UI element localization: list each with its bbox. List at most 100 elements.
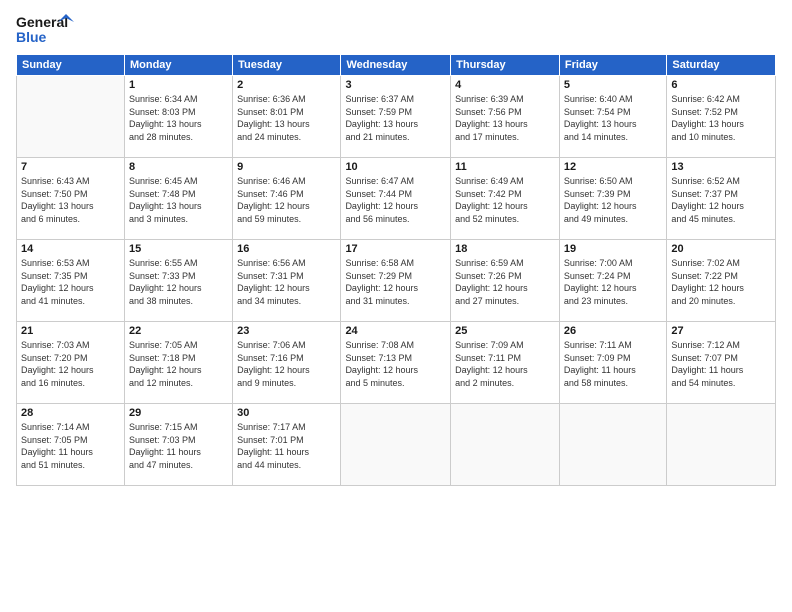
day-info: Sunrise: 6:46 AMSunset: 7:46 PMDaylight:… — [237, 175, 336, 225]
day-number: 4 — [455, 79, 555, 91]
day-number: 24 — [345, 325, 446, 337]
day-number: 1 — [129, 79, 228, 91]
day-number: 9 — [237, 161, 336, 173]
day-info: Sunrise: 6:58 AMSunset: 7:29 PMDaylight:… — [345, 257, 446, 307]
day-info: Sunrise: 6:59 AMSunset: 7:26 PMDaylight:… — [455, 257, 555, 307]
day-number: 29 — [129, 407, 228, 419]
day-info: Sunrise: 6:40 AMSunset: 7:54 PMDaylight:… — [564, 93, 662, 143]
page: GeneralBlue SundayMondayTuesdayWednesday… — [0, 0, 792, 612]
day-info: Sunrise: 7:03 AMSunset: 7:20 PMDaylight:… — [21, 339, 120, 389]
calendar-cell: 20Sunrise: 7:02 AMSunset: 7:22 PMDayligh… — [667, 240, 776, 322]
calendar-cell: 21 Sunrise: 7:03 AMSunset: 7:20 PMDayligh… — [17, 322, 125, 404]
day-info: Sunrise: 6:50 AMSunset: 7:39 PMDaylight:… — [564, 175, 662, 225]
day-info: Sunrise: 6:45 AMSunset: 7:48 PMDaylight:… — [129, 175, 228, 225]
day-number: 6 — [671, 79, 771, 91]
day-number: 20 — [671, 243, 771, 255]
calendar-cell: 28 Sunrise: 7:14 AMSunset: 7:05 PMDayligh… — [17, 404, 125, 486]
calendar-cell: 25 Sunrise: 7:09 AMSunset: 7:11 PMDayligh… — [451, 322, 560, 404]
day-number: 22 — [129, 325, 228, 337]
calendar-cell — [17, 76, 125, 158]
day-info: Sunrise: 6:39 AMSunset: 7:56 PMDaylight:… — [455, 93, 555, 143]
day-number: 10 — [345, 161, 446, 173]
logo-svg: GeneralBlue — [16, 12, 76, 48]
day-number: 23 — [237, 325, 336, 337]
calendar-table: SundayMondayTuesdayWednesdayThursdayFrid… — [16, 54, 776, 486]
day-number: 5 — [564, 79, 662, 91]
weekday-header-sunday: Sunday — [17, 55, 125, 76]
day-number: 12 — [564, 161, 662, 173]
week-row-1: 1 Sunrise: 6:34 AMSunset: 8:03 PMDaylight… — [17, 76, 776, 158]
calendar-cell: 24Sunrise: 7:08 AMSunset: 7:13 PMDayligh… — [341, 322, 451, 404]
calendar-cell: 8 Sunrise: 6:45 AMSunset: 7:48 PMDaylight… — [124, 158, 232, 240]
weekday-header-saturday: Saturday — [667, 55, 776, 76]
calendar-cell: 16 Sunrise: 6:56 AMSunset: 7:31 PMDayligh… — [233, 240, 341, 322]
day-info: Sunrise: 6:55 AMSunset: 7:33 PMDaylight:… — [129, 257, 228, 307]
day-info: Sunrise: 6:42 AMSunset: 7:52 PMDaylight:… — [671, 93, 771, 143]
calendar-cell: 12 Sunrise: 6:50 AMSunset: 7:39 PMDayligh… — [559, 158, 666, 240]
logo: GeneralBlue — [16, 12, 76, 48]
calendar-cell: 13 Sunrise: 6:52 AMSunset: 7:37 PMDayligh… — [667, 158, 776, 240]
day-number: 17 — [345, 243, 446, 255]
calendar-cell: 4 Sunrise: 6:39 AMSunset: 7:56 PMDaylight… — [451, 76, 560, 158]
weekday-header-thursday: Thursday — [451, 55, 560, 76]
calendar-cell: 5 Sunrise: 6:40 AMSunset: 7:54 PMDaylight… — [559, 76, 666, 158]
calendar-cell: 19 Sunrise: 7:00 AMSunset: 7:24 PMDayligh… — [559, 240, 666, 322]
calendar-cell — [559, 404, 666, 486]
day-number: 19 — [564, 243, 662, 255]
day-info: Sunrise: 6:52 AMSunset: 7:37 PMDaylight:… — [671, 175, 771, 225]
day-info: Sunrise: 6:43 AMSunset: 7:50 PMDaylight:… — [21, 175, 120, 225]
calendar-cell: 17 Sunrise: 6:58 AMSunset: 7:29 PMDayligh… — [341, 240, 451, 322]
day-number: 13 — [671, 161, 771, 173]
day-number: 11 — [455, 161, 555, 173]
week-row-3: 14Sunrise: 6:53 AMSunset: 7:35 PMDayligh… — [17, 240, 776, 322]
day-number: 3 — [345, 79, 446, 91]
day-info: Sunrise: 6:47 AMSunset: 7:44 PMDaylight:… — [345, 175, 446, 225]
week-row-2: 7 Sunrise: 6:43 AMSunset: 7:50 PMDaylight… — [17, 158, 776, 240]
day-info: Sunrise: 6:36 AMSunset: 8:01 PMDaylight:… — [237, 93, 336, 143]
day-info: Sunrise: 6:49 AMSunset: 7:42 PMDaylight:… — [455, 175, 555, 225]
day-info: Sunrise: 7:11 AMSunset: 7:09 PMDaylight:… — [564, 339, 662, 389]
weekday-header-friday: Friday — [559, 55, 666, 76]
week-row-4: 21 Sunrise: 7:03 AMSunset: 7:20 PMDayligh… — [17, 322, 776, 404]
day-number: 25 — [455, 325, 555, 337]
calendar-cell — [451, 404, 560, 486]
calendar-cell: 29 Sunrise: 7:15 AMSunset: 7:03 PMDayligh… — [124, 404, 232, 486]
day-info: Sunrise: 7:00 AMSunset: 7:24 PMDaylight:… — [564, 257, 662, 307]
day-number: 30 — [237, 407, 336, 419]
day-number: 16 — [237, 243, 336, 255]
calendar-cell: 10 Sunrise: 6:47 AMSunset: 7:44 PMDayligh… — [341, 158, 451, 240]
weekday-header-row: SundayMondayTuesdayWednesdayThursdayFrid… — [17, 55, 776, 76]
calendar-cell: 26 Sunrise: 7:11 AMSunset: 7:09 PMDayligh… — [559, 322, 666, 404]
day-number: 26 — [564, 325, 662, 337]
day-info: Sunrise: 7:17 AMSunset: 7:01 PMDaylight:… — [237, 421, 336, 471]
day-info: Sunrise: 7:14 AMSunset: 7:05 PMDaylight:… — [21, 421, 120, 471]
calendar-cell — [667, 404, 776, 486]
day-number: 28 — [21, 407, 120, 419]
day-number: 21 — [21, 325, 120, 337]
day-number: 7 — [21, 161, 120, 173]
svg-text:Blue: Blue — [16, 29, 47, 45]
calendar-cell: 14Sunrise: 6:53 AMSunset: 7:35 PMDayligh… — [17, 240, 125, 322]
weekday-header-wednesday: Wednesday — [341, 55, 451, 76]
calendar-cell: 3 Sunrise: 6:37 AMSunset: 7:59 PMDaylight… — [341, 76, 451, 158]
day-info: Sunrise: 6:37 AMSunset: 7:59 PMDaylight:… — [345, 93, 446, 143]
day-number: 27 — [671, 325, 771, 337]
calendar-cell: 27 Sunrise: 7:12 AMSunset: 7:07 PMDayligh… — [667, 322, 776, 404]
day-info: Sunrise: 6:56 AMSunset: 7:31 PMDaylight:… — [237, 257, 336, 307]
day-info: Sunrise: 7:15 AMSunset: 7:03 PMDaylight:… — [129, 421, 228, 471]
calendar-cell: 9 Sunrise: 6:46 AMSunset: 7:46 PMDaylight… — [233, 158, 341, 240]
day-info: Sunrise: 7:12 AMSunset: 7:07 PMDaylight:… — [671, 339, 771, 389]
day-info: Sunrise: 6:34 AMSunset: 8:03 PMDaylight:… — [129, 93, 228, 143]
calendar-cell: 15Sunrise: 6:55 AMSunset: 7:33 PMDayligh… — [124, 240, 232, 322]
day-number: 8 — [129, 161, 228, 173]
day-info: Sunrise: 7:05 AMSunset: 7:18 PMDaylight:… — [129, 339, 228, 389]
week-row-5: 28 Sunrise: 7:14 AMSunset: 7:05 PMDayligh… — [17, 404, 776, 486]
calendar-cell: 2Sunrise: 6:36 AMSunset: 8:01 PMDaylight… — [233, 76, 341, 158]
calendar-cell: 23 Sunrise: 7:06 AMSunset: 7:16 PMDayligh… — [233, 322, 341, 404]
calendar-cell: 6 Sunrise: 6:42 AMSunset: 7:52 PMDaylight… — [667, 76, 776, 158]
calendar-cell — [341, 404, 451, 486]
day-number: 18 — [455, 243, 555, 255]
day-info: Sunrise: 7:09 AMSunset: 7:11 PMDaylight:… — [455, 339, 555, 389]
calendar-cell: 7 Sunrise: 6:43 AMSunset: 7:50 PMDaylight… — [17, 158, 125, 240]
day-info: Sunrise: 7:06 AMSunset: 7:16 PMDaylight:… — [237, 339, 336, 389]
